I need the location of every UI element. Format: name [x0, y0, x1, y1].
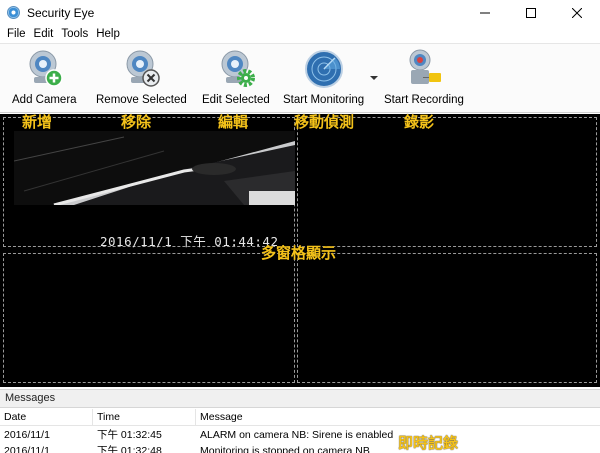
column-header-date[interactable]: Date [0, 409, 93, 426]
remove-selected-label: Remove Selected [96, 94, 187, 106]
edit-selected-label: Edit Selected [202, 94, 270, 106]
toolbar: Add Camera Remove Selected Edit Selected… [0, 43, 600, 113]
app-logo-icon [7, 6, 20, 19]
camera-remove-icon [120, 48, 162, 90]
camera-cell-4[interactable] [297, 253, 597, 383]
start-recording-button[interactable]: Start Recording [384, 48, 464, 110]
camera-grid: 2016/11/1 下午 01:44:42 多窗格顯示 [0, 114, 600, 387]
add-camera-label: Add Camera [12, 94, 77, 106]
maximize-button[interactable] [508, 0, 554, 25]
annotation-remove: 移除 [121, 113, 152, 131]
menu-file[interactable]: File [3, 25, 30, 43]
annotation-motion: 移動偵測 [294, 113, 355, 131]
menu-bar: File Edit Tools Help [0, 25, 600, 43]
start-recording-label: Start Recording [384, 94, 464, 106]
camera-timestamp: 2016/11/1 下午 01:44:42 [100, 234, 279, 249]
messages-panel-header: Messages [0, 389, 600, 408]
minimize-icon [480, 12, 490, 13]
add-camera-button[interactable]: Add Camera [12, 48, 77, 110]
message-text: Monitoring is stopped on camera NB [200, 445, 370, 453]
close-button[interactable] [554, 0, 600, 25]
start-monitoring-button[interactable]: Start Monitoring [283, 48, 364, 110]
title-bar: Security Eye [0, 0, 600, 25]
column-header-message[interactable]: Message [196, 409, 600, 426]
messages-column-headers: Date Time Message [0, 409, 600, 426]
camera-cell-3[interactable] [3, 253, 295, 383]
column-header-time[interactable]: Time [93, 409, 196, 426]
annotation-edit: 編輯 [218, 113, 249, 131]
window-title: Security Eye [27, 5, 95, 20]
maximize-icon [526, 7, 536, 18]
annotation-add: 新增 [22, 113, 53, 131]
monitoring-dropdown-icon[interactable] [370, 74, 378, 82]
edit-selected-button[interactable]: Edit Selected [202, 48, 270, 110]
menu-edit[interactable]: Edit [30, 25, 58, 43]
message-date: 2016/11/1 [4, 429, 50, 441]
annotation-record: 錄影 [404, 113, 435, 131]
window-controls [462, 0, 600, 25]
message-row[interactable]: 2016/11/1 下午 01:32:45 ALARM on camera NB… [0, 428, 600, 443]
radar-icon [303, 48, 345, 90]
annotation-realtime-log: 即時記錄 [398, 434, 459, 452]
camera-feed-image [14, 131, 295, 205]
remove-selected-button[interactable]: Remove Selected [96, 48, 187, 110]
start-monitoring-label: Start Monitoring [283, 94, 365, 106]
minimize-button[interactable] [462, 0, 508, 25]
video-camera-icon [403, 48, 445, 90]
annotation-multi-grid: 多窗格顯示 [261, 244, 337, 262]
menu-tools[interactable]: Tools [57, 25, 92, 43]
message-row[interactable]: 2016/11/1 下午 01:32:48 Monitoring is stop… [0, 444, 600, 453]
camera-add-icon [23, 48, 65, 90]
message-time: 下午 01:32:45 [97, 429, 162, 441]
menu-help[interactable]: Help [92, 25, 124, 43]
message-date: 2016/11/1 [4, 445, 50, 453]
camera-cell-1[interactable]: 2016/11/1 下午 01:44:42 [3, 117, 295, 249]
camera-settings-icon [215, 48, 257, 90]
close-icon [572, 7, 582, 18]
message-time: 下午 01:32:48 [97, 445, 162, 453]
message-text: ALARM on camera NB: Sirene is enabled [200, 429, 394, 441]
messages-table: Date Time Message 2016/11/1 下午 01:32:45 … [0, 409, 600, 453]
camera-cell-2[interactable] [297, 117, 597, 247]
